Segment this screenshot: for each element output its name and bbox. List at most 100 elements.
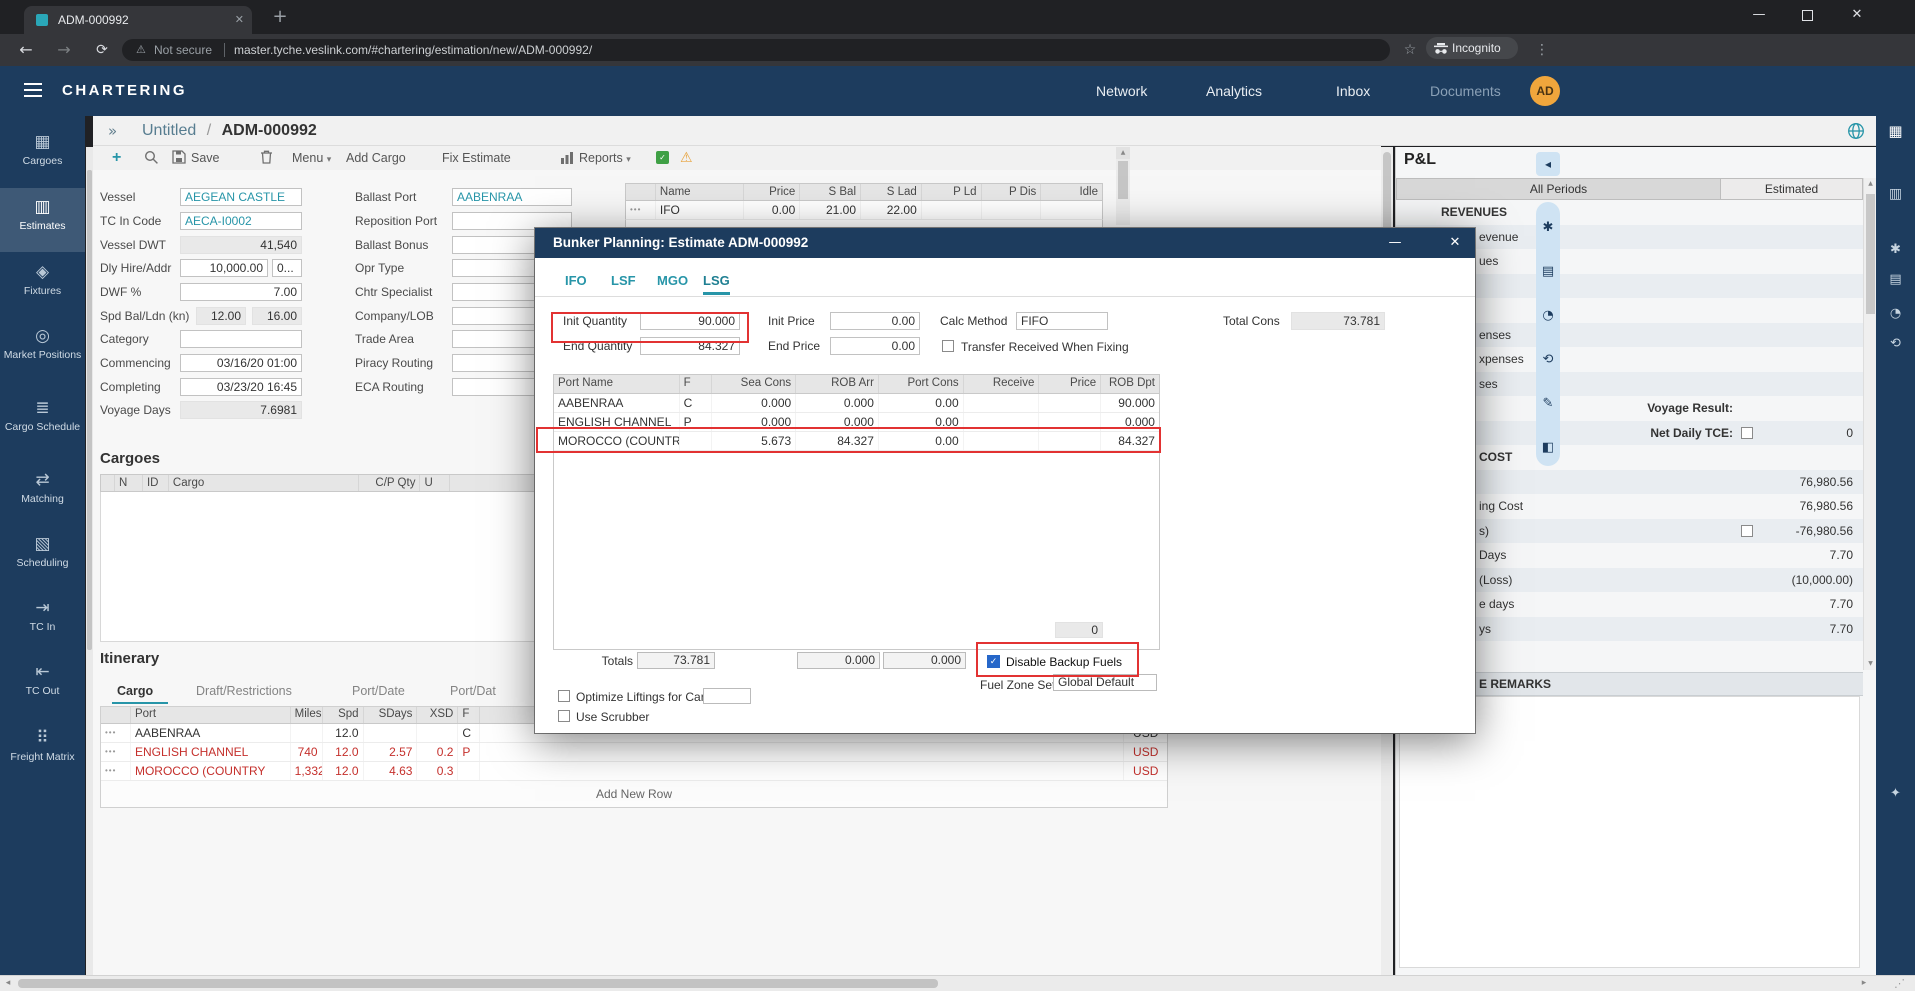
add-new-row-button[interactable]: Add New Row: [101, 781, 1167, 807]
grid-view-icon[interactable]: ▦: [1876, 122, 1915, 140]
transfer-received-checkbox[interactable]: [942, 340, 954, 352]
row-menu-icon[interactable]: •••: [101, 743, 131, 761]
clock-icon[interactable]: ◔: [1536, 294, 1560, 338]
nav-item-analytics[interactable]: Analytics: [1206, 66, 1262, 116]
side-panel-collapse[interactable]: ◂: [1536, 152, 1560, 176]
back-icon[interactable]: ←: [14, 34, 38, 66]
scroll-right-icon[interactable]: ▸: [1856, 976, 1872, 991]
addr-field[interactable]: 0...: [272, 259, 302, 277]
breadcrumb-untitled[interactable]: Untitled: [142, 122, 196, 139]
grid-scrollbar-thumb[interactable]: [1118, 161, 1128, 199]
tce-checkbox[interactable]: [1741, 427, 1753, 439]
sidebar-item-matching[interactable]: ⇄ Matching: [0, 462, 85, 524]
sidebar-item-cargo-schedule[interactable]: ≣ Cargo Schedule: [0, 390, 85, 460]
grid-scrollbar[interactable]: ▲: [1116, 147, 1130, 225]
modal-tab-lsf[interactable]: LSF: [611, 273, 636, 288]
window-close-icon[interactable]: ✕: [1842, 0, 1872, 30]
tab-draft-restrictions[interactable]: Draft/Restrictions: [196, 684, 292, 698]
sidebar-item-tc-out[interactable]: ⇤ TC Out: [0, 654, 85, 716]
pnl-scrollbar-thumb[interactable]: [1866, 194, 1875, 314]
expand-icon[interactable]: »: [108, 116, 117, 146]
commencing-field[interactable]: 03/16/20 01:00: [180, 354, 302, 372]
panel-settings-icon[interactable]: ✦: [1876, 786, 1915, 801]
dwf-field[interactable]: 7.00: [180, 283, 302, 301]
modal-close-icon[interactable]: ✕: [1443, 228, 1467, 258]
save-button[interactable]: Save: [191, 146, 220, 170]
tc-in-code-field[interactable]: AECA-I0002: [180, 212, 302, 230]
tab-close-icon[interactable]: ✕: [235, 6, 244, 34]
init-price-field[interactable]: 0.00: [830, 312, 920, 330]
scroll-left-icon[interactable]: ◂: [0, 976, 16, 991]
search-icon[interactable]: [144, 150, 159, 170]
category-field[interactable]: [180, 330, 302, 348]
sidebar-item-fixtures[interactable]: ◈ Fixtures: [0, 254, 85, 316]
pnl-col-all-periods[interactable]: All Periods: [1396, 178, 1721, 200]
validation-ok-icon[interactable]: ✓: [656, 151, 669, 164]
new-tab-icon[interactable]: +: [268, 2, 292, 32]
refresh-icon[interactable]: ⟲: [1536, 338, 1560, 382]
bunker-table-row[interactable]: AABENRAA C 0.000 0.000 0.00 90.000: [554, 394, 1159, 413]
add-icon[interactable]: +: [112, 146, 121, 170]
warning-icon[interactable]: ⚠: [680, 146, 693, 170]
avatar[interactable]: AD: [1530, 76, 1560, 106]
nav-item-network[interactable]: Network: [1096, 66, 1147, 116]
add-cargo-button[interactable]: Add Cargo: [346, 146, 406, 170]
bookmark-star-icon[interactable]: ☆: [1398, 34, 1422, 66]
window-maximize-icon[interactable]: [1802, 10, 1813, 21]
tab-cargo[interactable]: Cargo: [117, 684, 153, 698]
tab-port-date[interactable]: Port/Date: [352, 684, 405, 698]
expenses-checkbox[interactable]: [1741, 525, 1753, 537]
modal-tab-mgo[interactable]: MGO: [657, 273, 688, 288]
sidebar-item-tc-in[interactable]: ⇥ TC In: [0, 590, 85, 652]
window-minimize-icon[interactable]: —: [1744, 0, 1774, 30]
panel-chart-icon[interactable]: ▥: [1876, 186, 1915, 202]
left-scrollbar-thumb[interactable]: [87, 170, 92, 650]
reload-icon[interactable]: ⟳: [90, 34, 114, 66]
row-menu-icon[interactable]: •••: [101, 762, 131, 780]
bunker-grid-row[interactable]: ••• IFO 0.00 21.00 22.00: [625, 201, 1103, 220]
browser-menu-icon[interactable]: ⋮: [1532, 34, 1552, 66]
dly-hire-field[interactable]: 10,000.00: [180, 259, 268, 277]
layout-icon[interactable]: ◧: [1536, 426, 1560, 470]
calc-method-field[interactable]: FIFO: [1016, 312, 1108, 330]
menu-button[interactable]: Menu ▾: [292, 146, 331, 172]
sidebar-item-estimates[interactable]: ▥ Estimates: [0, 188, 85, 252]
panel-star-icon[interactable]: ✱: [1876, 242, 1915, 257]
sidebar-item-cargoes[interactable]: ▦ Cargoes: [0, 124, 85, 186]
panel-document-icon[interactable]: ▤: [1876, 272, 1915, 287]
hamburger-icon[interactable]: [24, 83, 42, 99]
reports-button[interactable]: Reports ▾: [579, 146, 631, 172]
completing-field[interactable]: 03/23/20 16:45: [180, 378, 302, 396]
resize-grip-icon[interactable]: ⋰: [1894, 976, 1905, 991]
modal-tab-lsg[interactable]: LSG: [703, 273, 730, 295]
pnl-col-estimated[interactable]: Estimated: [1721, 178, 1863, 200]
sidebar-item-freight-matrix[interactable]: ⠿ Freight Matrix: [0, 720, 85, 790]
bottom-scrollbar-thumb[interactable]: [18, 979, 938, 988]
grid-scrollbar-up-icon[interactable]: ▲: [1116, 147, 1130, 159]
document-icon[interactable]: ▤: [1536, 250, 1560, 294]
optimize-liftings-field[interactable]: [703, 688, 751, 704]
modal-minimize-icon[interactable]: —: [1383, 228, 1407, 258]
pin-icon[interactable]: ✱: [1536, 206, 1560, 250]
edit-icon[interactable]: ✎: [1536, 382, 1560, 426]
save-icon[interactable]: [172, 150, 186, 169]
itinerary-row[interactable]: ••• MOROCCO (COUNTRY 1,332 12.0 4.63 0.3…: [101, 762, 1167, 781]
panel-refresh-icon[interactable]: ⟲: [1876, 336, 1915, 351]
fix-estimate-button[interactable]: Fix Estimate: [442, 146, 511, 170]
left-scrollbar[interactable]: [86, 147, 93, 975]
row-menu-icon[interactable]: •••: [101, 724, 131, 742]
optimize-liftings-checkbox[interactable]: [558, 690, 570, 702]
remarks-body[interactable]: [1399, 696, 1860, 968]
nav-item-documents[interactable]: Documents: [1430, 66, 1501, 116]
use-scrubber-checkbox[interactable]: [558, 710, 570, 722]
itinerary-row[interactable]: ••• ENGLISH CHANNEL 740 12.0 2.57 0.2 P …: [101, 743, 1167, 762]
nav-item-inbox[interactable]: Inbox: [1336, 66, 1370, 116]
end-price-field[interactable]: 0.00: [830, 337, 920, 355]
omnibox[interactable]: ⚠ Not secure master.tyche.veslink.com/#c…: [122, 39, 1390, 61]
bottom-scrollbar[interactable]: ◂ ▸ ⋰: [0, 975, 1915, 991]
delete-icon[interactable]: [260, 150, 273, 169]
ballast-port-field[interactable]: AABENRAA: [452, 188, 572, 206]
globe-icon[interactable]: [1847, 122, 1865, 145]
forward-icon[interactable]: →: [52, 34, 76, 66]
reports-chart-icon[interactable]: [560, 151, 574, 169]
